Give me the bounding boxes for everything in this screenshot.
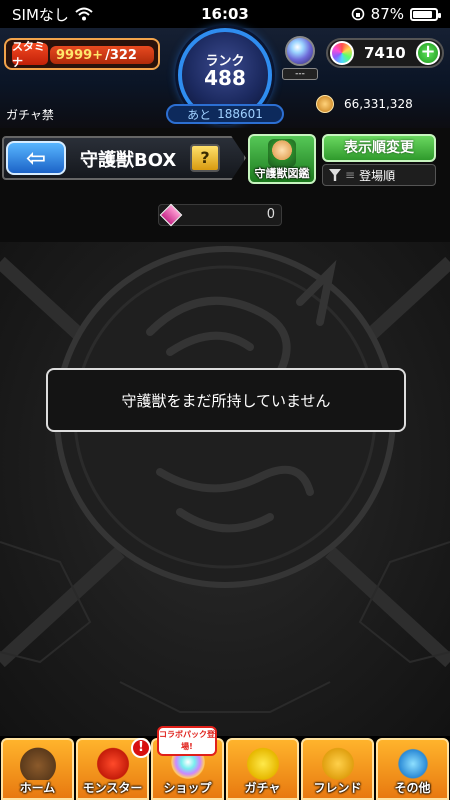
main-area: 守護獣をまだ所持していません — [0, 242, 450, 736]
gold-box: 66,331,328 — [316, 92, 448, 116]
collab-pack-tag: コラボパック登場! — [157, 726, 217, 756]
back-button[interactable]: ⇦ — [6, 141, 66, 175]
friend-icon — [317, 744, 358, 780]
bottom-nav: ホーム ! モンスター コラボパック登場! ショップ ガチャ フレンド その他 — [0, 726, 450, 800]
rank-next-value: 188601 — [217, 107, 263, 121]
nav-other[interactable]: その他 — [376, 738, 449, 800]
nav-home-label: ホーム — [19, 781, 56, 795]
nav-gacha-label: ガチャ — [244, 781, 281, 795]
encyclopedia-button[interactable]: 守護獣図鑑 — [248, 134, 316, 184]
rainbow-orb-icon — [330, 41, 354, 65]
carrier-label: SIMなし — [12, 5, 69, 24]
stamina-max: /322 — [105, 47, 137, 63]
empty-message: 守護獣をまだ所持していません — [46, 368, 406, 432]
nav-gacha[interactable]: ガチャ — [226, 738, 299, 800]
orbs-box: 7410 + — [326, 38, 444, 68]
nav-friend-label: フレンド — [313, 781, 362, 795]
orb-slot[interactable]: --- — [282, 36, 318, 80]
sort-mode-label: 登場順 — [359, 168, 396, 183]
sort-lines-icon: ≡ — [345, 168, 356, 182]
gacha-ban-label: ガチャ禁 — [6, 108, 54, 122]
gold-coin-icon — [316, 95, 334, 113]
rank-next-exp: あと 188601 — [166, 104, 284, 124]
nav-shop[interactable]: コラボパック登場! ショップ — [151, 726, 224, 800]
nav-monster[interactable]: ! モンスター — [76, 738, 151, 800]
filter-icon — [329, 169, 341, 181]
other-icon — [392, 744, 433, 780]
item-count-value: 0 — [266, 207, 275, 222]
wifi-icon — [75, 7, 93, 21]
crystal-orb-icon — [285, 36, 315, 66]
nav-shop-label: ショップ — [163, 781, 212, 795]
battery-icon — [410, 7, 441, 21]
encyclopedia-label: 守護獣図鑑 — [254, 167, 310, 180]
guardian-portrait-icon — [268, 139, 296, 167]
orientation-lock-icon — [351, 7, 364, 21]
orb-slot-label: --- — [282, 68, 318, 80]
nav-home[interactable]: ホーム — [1, 738, 74, 800]
nav-monster-label: モンスター — [82, 781, 143, 795]
gold-value: 66,331,328 — [344, 97, 413, 111]
back-arrow-icon: ⇦ — [25, 144, 47, 172]
rank-value: 488 — [204, 66, 246, 90]
monster-icon — [92, 744, 133, 780]
stamina-current: 9999+ — [56, 47, 104, 63]
add-orbs-button[interactable]: + — [416, 41, 440, 65]
battery-fill — [413, 10, 433, 18]
clock: 16:03 — [201, 5, 249, 23]
title-bar: ⇦ 守護獣BOX ? 守護獣図鑑 表示順変更 ≡ 登場順 — [0, 128, 450, 198]
status-left: SIMなし — [12, 4, 93, 25]
home-icon — [17, 744, 58, 780]
dragon-emblem-background — [0, 246, 450, 713]
battery-percent: 87% — [370, 5, 404, 23]
nav-other-label: その他 — [394, 781, 431, 795]
rank-next-prefix: あと — [187, 107, 212, 122]
monster-alert-badge: ! — [131, 738, 151, 758]
stamina-bar: 9999+ /322 — [50, 46, 154, 64]
orbs-count: 7410 — [364, 44, 406, 62]
help-button[interactable]: ? — [190, 144, 220, 172]
count-row: 0 — [0, 198, 450, 242]
pink-gem-icon — [159, 203, 183, 227]
sort-mode-indicator[interactable]: ≡ 登場順 — [322, 164, 436, 186]
stamina-tag: スタミナ — [12, 40, 48, 69]
status-bar: SIMなし 16:03 87% — [0, 0, 450, 28]
stamina-box[interactable]: スタミナ 9999+ /322 — [4, 38, 160, 70]
status-right: 87% — [351, 5, 441, 23]
item-count-box: 0 — [158, 203, 282, 227]
gacha-icon — [242, 744, 283, 780]
page-title: 守護獣BOX — [80, 150, 177, 171]
game-header: スタミナ 9999+ /322 ランク 488 あと 188601 --- 74… — [0, 28, 450, 128]
nav-friend[interactable]: フレンド — [301, 738, 374, 800]
sort-order-button[interactable]: 表示順変更 — [322, 134, 436, 162]
